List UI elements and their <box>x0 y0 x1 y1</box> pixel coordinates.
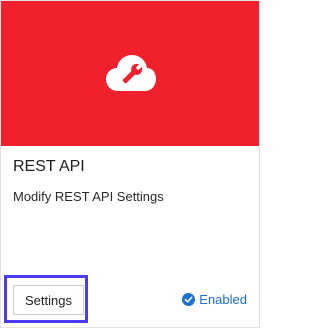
status-label: Enabled <box>199 292 247 307</box>
settings-button[interactable]: Settings <box>13 285 84 315</box>
card-description: Modify REST API Settings <box>13 189 164 204</box>
card-banner <box>1 1 259 146</box>
cloud-wrench-icon <box>106 55 156 91</box>
enabled-status: Enabled <box>182 292 247 307</box>
rest-api-card: REST API Modify REST API Settings Settin… <box>0 0 260 328</box>
card-title: REST API <box>13 158 85 175</box>
check-circle-icon <box>182 293 196 306</box>
